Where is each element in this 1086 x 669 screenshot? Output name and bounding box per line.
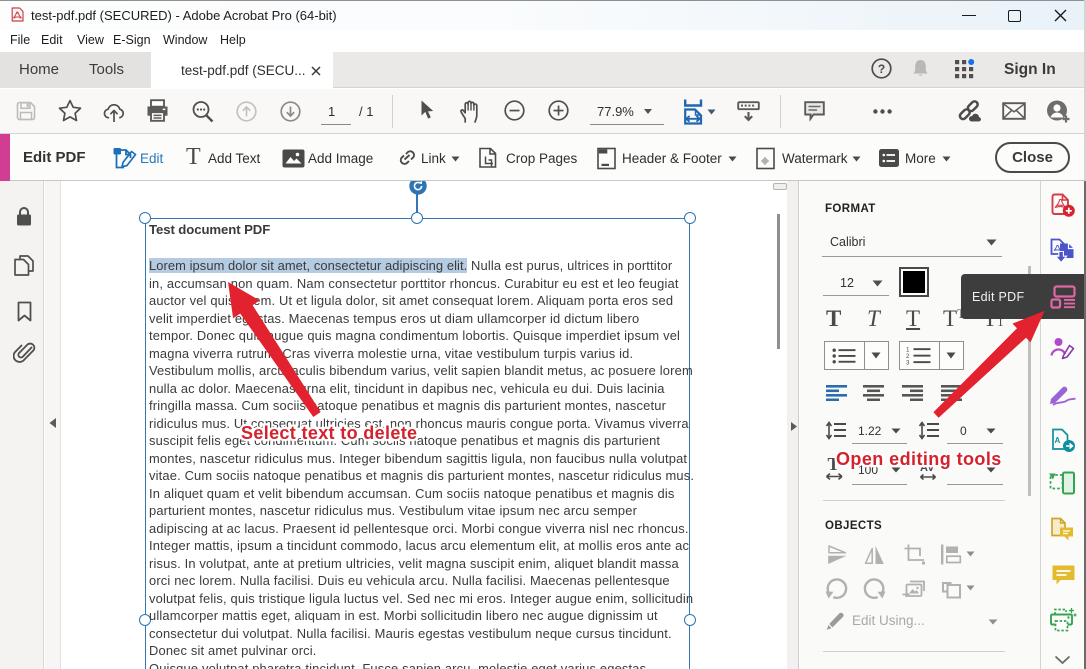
svg-text:?: ? xyxy=(878,62,885,76)
svg-text:A: A xyxy=(1055,436,1061,445)
svg-text:3: 3 xyxy=(906,360,910,367)
